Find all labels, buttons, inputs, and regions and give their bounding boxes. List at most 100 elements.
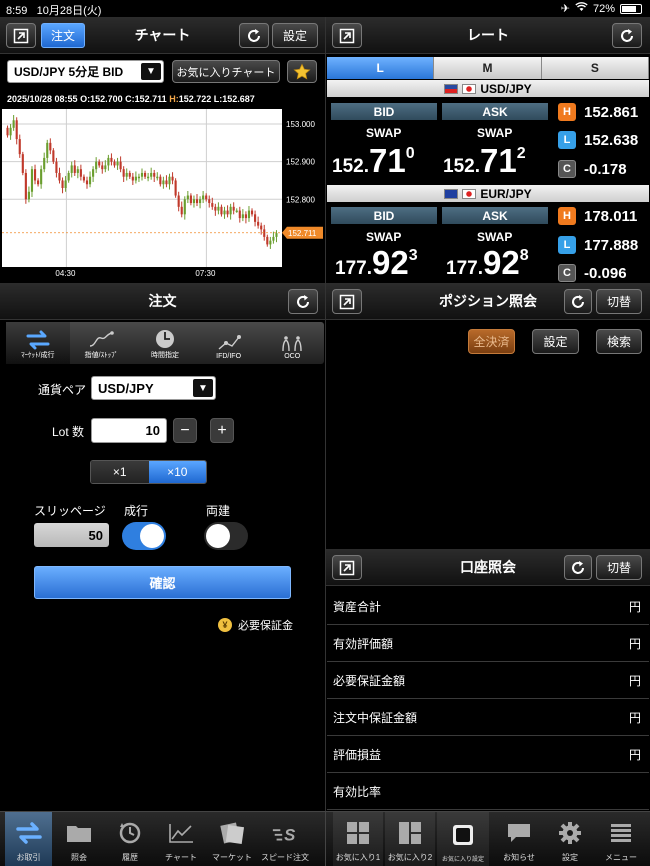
candle-body bbox=[33, 169, 37, 181]
tab-limit-stop[interactable]: 指値/ｽﾄｯﾌﾟ bbox=[70, 322, 134, 364]
tab-favorite-2[interactable]: お気に入り2 bbox=[385, 812, 435, 866]
chart-order-button[interactable]: 注文 bbox=[41, 23, 85, 48]
candle-body bbox=[223, 210, 226, 215]
tab-label: 指値/ｽﾄｯﾌﾟ bbox=[84, 352, 119, 359]
candle-body bbox=[116, 161, 119, 166]
candle-body bbox=[177, 195, 180, 207]
ask-price-usdjpy[interactable]: 152.712 bbox=[443, 142, 526, 180]
row-label: 有効評価額 bbox=[333, 636, 394, 651]
tab-market-order[interactable]: ﾏｰｹｯﾄ/成行 bbox=[6, 322, 70, 364]
account-row-effective-ratio[interactable]: 有効比率 bbox=[327, 773, 649, 810]
candle-body bbox=[189, 195, 192, 204]
chart-panel-title: チャート bbox=[134, 27, 191, 43]
bid-label: BID bbox=[331, 207, 437, 224]
lot-input[interactable]: 10 bbox=[91, 418, 167, 443]
tab-notices[interactable]: お知らせ bbox=[496, 812, 542, 866]
tab-time-specified[interactable]: 時間指定 bbox=[133, 322, 197, 364]
account-row-effective-valuation[interactable]: 有効評価額 円 bbox=[327, 625, 649, 662]
candle-body bbox=[107, 157, 110, 166]
tab-speed-order[interactable]: S スピード注文 bbox=[259, 812, 311, 866]
position-expand-button[interactable] bbox=[332, 289, 362, 314]
slippage-input[interactable]: 50 bbox=[34, 523, 109, 547]
change-badge: C bbox=[558, 264, 576, 282]
account-switch-button[interactable]: 切替 bbox=[596, 555, 642, 580]
refresh-icon bbox=[572, 294, 584, 308]
tab-favorite-1[interactable]: お気に入り1 bbox=[333, 812, 383, 866]
candle-body bbox=[131, 176, 134, 181]
required-margin-link[interactable]: ¥ 必要保証金 bbox=[218, 617, 293, 633]
confirm-button[interactable]: 確認 bbox=[34, 566, 291, 599]
multiplier-x1[interactable]: ×1 bbox=[91, 461, 149, 483]
lot-minus-button[interactable]: − bbox=[173, 418, 197, 443]
candle-body bbox=[30, 169, 34, 192]
favorite-star-button[interactable] bbox=[287, 60, 317, 83]
account-row-unrealized-pl[interactable]: 評価損益 円 bbox=[327, 736, 649, 773]
account-expand-button[interactable] bbox=[332, 555, 362, 580]
chart-symbol-select[interactable]: USD/JPY 5分足 BID ▼ bbox=[7, 60, 164, 83]
candle-body bbox=[183, 199, 186, 215]
position-refresh-button[interactable] bbox=[564, 289, 592, 314]
account-row-required-margin[interactable]: 必要保証金額 円 bbox=[327, 662, 649, 699]
row-label: 注文中保証金額 bbox=[333, 710, 418, 725]
lot-plus-button[interactable]: + bbox=[210, 418, 234, 443]
tab-trade[interactable]: お取引 bbox=[5, 812, 52, 866]
candle-body bbox=[24, 172, 27, 200]
tab-small[interactable]: S bbox=[541, 57, 649, 79]
candle-body bbox=[143, 172, 147, 177]
candle-body bbox=[232, 206, 235, 211]
account-refresh-button[interactable] bbox=[564, 555, 592, 580]
currency-pair-select[interactable]: USD/JPY ▼ bbox=[91, 376, 216, 400]
ask-price-pips: 92 bbox=[482, 244, 520, 281]
chart-refresh-button[interactable] bbox=[239, 23, 269, 48]
chart-expand-button[interactable] bbox=[6, 23, 36, 48]
tab-history[interactable]: 履歴 bbox=[106, 812, 154, 866]
close-all-button[interactable]: 全決済 bbox=[468, 329, 515, 354]
row-label: 必要保証金額 bbox=[333, 673, 406, 688]
row-unit: 円 bbox=[628, 673, 641, 688]
tab-market[interactable]: マーケット bbox=[208, 812, 256, 866]
tab-menu[interactable]: メニュー bbox=[598, 812, 644, 866]
order-refresh-button[interactable] bbox=[288, 289, 318, 314]
candlestick-chart[interactable]: 153.000 152.900 152.800 04:30 07:30 152.711 bbox=[0, 105, 325, 281]
tab-chart[interactable]: チャート bbox=[157, 812, 205, 866]
bid-price-usdjpy[interactable]: 152.710 bbox=[332, 142, 415, 180]
position-switch-button[interactable]: 切替 bbox=[596, 289, 642, 314]
tab-favorite-settings[interactable]: お気に入り設定 bbox=[437, 812, 489, 866]
tab-ifd-ifo[interactable]: IFD/IFO bbox=[197, 322, 261, 364]
rate-refresh-button[interactable] bbox=[612, 23, 642, 48]
eu-flag-icon bbox=[444, 188, 459, 199]
tab-inquiry[interactable]: 照会 bbox=[55, 812, 103, 866]
pair-name: EUR/JPY bbox=[480, 186, 532, 201]
tab-oco[interactable]: OCO bbox=[260, 322, 324, 364]
tab-large[interactable]: L bbox=[327, 57, 435, 79]
tab-label: 照会 bbox=[71, 853, 87, 862]
ask-price-eurjpy[interactable]: 177.928 bbox=[446, 244, 529, 282]
bid-price-eurjpy[interactable]: 177.923 bbox=[335, 244, 418, 282]
tab-label: お気に入り1 bbox=[335, 853, 381, 862]
account-row-total-assets[interactable]: 資産合計 円 bbox=[327, 588, 649, 625]
pair-bar-eurjpy[interactable]: EUR/JPY bbox=[327, 185, 649, 202]
position-search-button[interactable]: 検索 bbox=[596, 329, 642, 354]
speed-order-icon: S bbox=[272, 825, 296, 844]
rate-expand-button[interactable] bbox=[332, 23, 362, 48]
open-value: 152.700 bbox=[90, 94, 123, 104]
candle-body bbox=[269, 240, 272, 245]
tab-medium[interactable]: M bbox=[434, 57, 542, 79]
position-settings-button[interactable]: 設定 bbox=[532, 329, 579, 354]
bid-price-pips: 92 bbox=[371, 244, 409, 281]
tab-label: お知らせ bbox=[503, 853, 535, 862]
candle-body bbox=[162, 180, 165, 185]
swap-label-ask: SWAP bbox=[477, 126, 513, 140]
favorite-chart-button[interactable]: お気に入りチャート bbox=[172, 60, 280, 83]
candle-body bbox=[195, 199, 199, 204]
bottom-tab-bar: お取引 照会 履歴 チャート マーケット S スピード注文 お気に入り1 お気に… bbox=[0, 811, 650, 866]
chart-settings-button[interactable]: 設定 bbox=[272, 23, 318, 48]
both-positions-toggle[interactable] bbox=[204, 522, 248, 550]
market-toggle[interactable] bbox=[122, 522, 166, 550]
pair-bar-usdjpy[interactable]: USD/JPY bbox=[327, 80, 649, 97]
refresh-icon bbox=[248, 28, 260, 42]
ask-label: ASK bbox=[442, 103, 548, 120]
multiplier-x10[interactable]: ×10 bbox=[148, 461, 206, 483]
tab-settings[interactable]: 設定 bbox=[547, 812, 593, 866]
account-row-pending-margin[interactable]: 注文中保証金額 円 bbox=[327, 699, 649, 736]
